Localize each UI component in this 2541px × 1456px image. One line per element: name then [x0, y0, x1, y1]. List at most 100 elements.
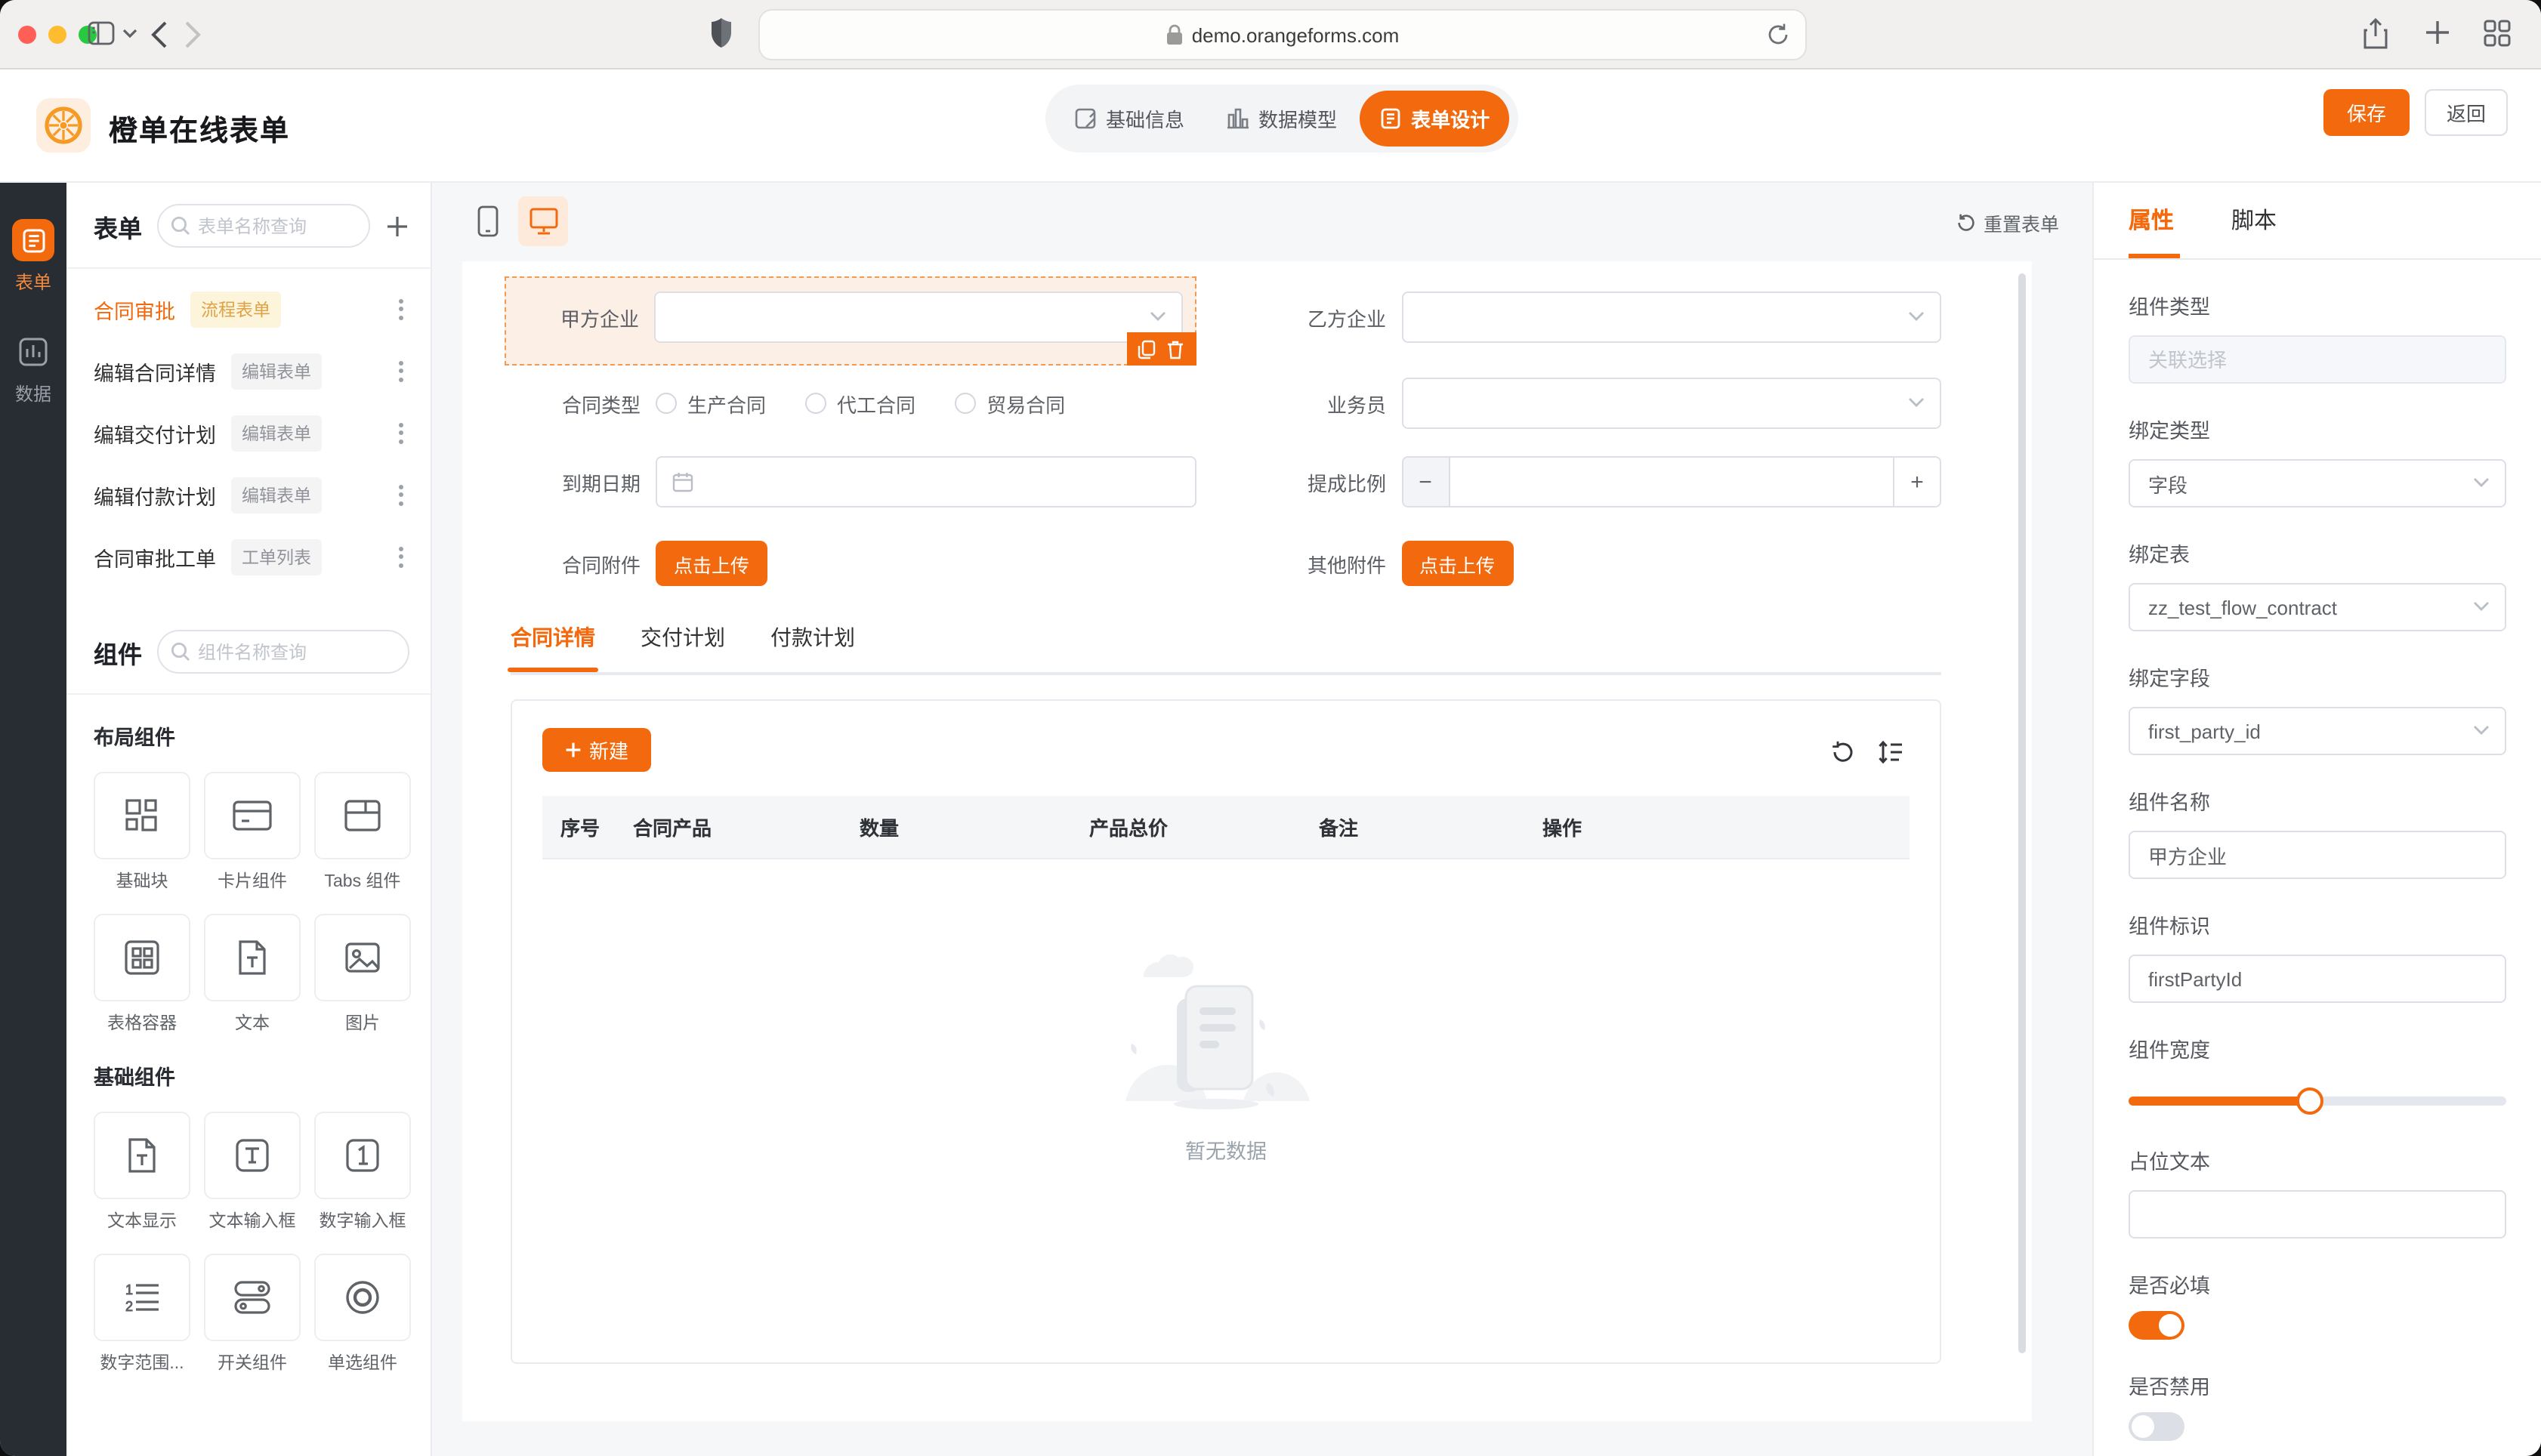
component-width-label: 组件宽度	[2129, 1039, 2210, 1062]
back-button[interactable]: 返回	[2425, 89, 2508, 136]
add-form-button[interactable]	[385, 214, 409, 238]
new-tab-icon[interactable]	[2425, 20, 2450, 45]
text-input-icon	[233, 1136, 272, 1175]
component-tile-text-display[interactable]: 文本显示	[94, 1112, 190, 1232]
form-list-item[interactable]: 编辑交付计划 编辑表单	[66, 402, 431, 464]
first-party-select[interactable]	[654, 292, 1182, 343]
radio-oem-contract[interactable]: 代工合同	[805, 389, 915, 418]
component-tile-radio[interactable]: 单选组件	[314, 1254, 411, 1374]
back-icon[interactable]	[151, 21, 168, 48]
bind-type-label: 绑定类型	[2129, 420, 2210, 443]
component-tile-text-input[interactable]: 文本输入框	[204, 1112, 301, 1232]
reset-form-button[interactable]: 重置表单	[1956, 208, 2059, 237]
component-tile-text[interactable]: 文本	[204, 914, 301, 1035]
selected-component-first-party[interactable]: 甲方企业	[505, 276, 1196, 366]
copy-component-icon[interactable]	[1138, 339, 1156, 359]
component-tile-number-range[interactable]: 12 数字范围...	[94, 1254, 190, 1374]
text-icon	[236, 938, 269, 977]
bind-field-select[interactable]: first_party_id	[2129, 707, 2506, 755]
desktop-preview-button[interactable]	[518, 196, 568, 246]
rail-item-forms[interactable]: 表单	[12, 219, 54, 295]
component-tile-switch[interactable]: 开关组件	[204, 1254, 301, 1374]
chevron-down-icon	[1149, 311, 1166, 322]
column-sort-icon[interactable]	[1878, 740, 1903, 764]
bind-table-select[interactable]: zz_test_flow_contract	[2129, 583, 2506, 631]
component-name-input[interactable]	[2129, 831, 2506, 879]
more-actions-icon[interactable]	[396, 540, 406, 573]
refresh-icon[interactable]	[1831, 740, 1855, 764]
contract-upload-button[interactable]: 点击上传	[656, 541, 767, 586]
tab-data-model[interactable]: 数据模型	[1207, 91, 1357, 147]
other-upload-button[interactable]: 点击上传	[1401, 541, 1513, 586]
url-bar[interactable]: demo.orangeforms.com	[758, 9, 1807, 60]
second-party-select[interactable]	[1401, 292, 1941, 343]
form-search[interactable]	[157, 204, 370, 248]
close-window-button[interactable]	[18, 26, 36, 44]
reload-icon[interactable]	[1768, 23, 1790, 47]
component-width-slider[interactable]	[2129, 1087, 2506, 1115]
contract-type-radio-group: 生产合同 代工合同 贸易合同	[656, 389, 1196, 418]
save-button[interactable]: 保存	[2323, 89, 2410, 136]
more-actions-icon[interactable]	[396, 478, 406, 511]
tab-overview-icon[interactable]	[2484, 20, 2511, 47]
component-tile-image[interactable]: 图片	[314, 914, 411, 1035]
sidebar-chevron-icon[interactable]	[122, 29, 137, 39]
more-actions-icon[interactable]	[396, 292, 406, 325]
chevron-down-icon	[1908, 397, 1925, 408]
tab-contract-detail[interactable]: 合同详情	[508, 622, 598, 672]
required-toggle[interactable]	[2129, 1311, 2184, 1340]
tab-basic-info[interactable]: 基础信息	[1054, 91, 1204, 147]
placeholder-text-input[interactable]	[2129, 1190, 2506, 1239]
component-tile-card[interactable]: 卡片组件	[204, 772, 301, 893]
rail-item-data[interactable]: 数据	[12, 331, 54, 406]
form-list-item[interactable]: 编辑付款计划 编辑表单	[66, 464, 431, 526]
more-actions-icon[interactable]	[396, 416, 406, 449]
form-type-badge: 编辑表单	[231, 477, 322, 513]
decrease-button[interactable]: −	[1403, 458, 1450, 506]
radio-icon	[805, 393, 827, 414]
minimize-window-button[interactable]	[48, 26, 66, 44]
component-key-input[interactable]	[2129, 955, 2506, 1003]
tab-script[interactable]: 脚本	[2231, 204, 2277, 258]
more-actions-icon[interactable]	[396, 354, 406, 387]
form-list-item[interactable]: 合同审批工单 工单列表	[66, 526, 431, 588]
component-search-input[interactable]	[198, 641, 396, 662]
component-tile-table-container[interactable]: 表格容器	[94, 914, 190, 1035]
search-icon	[171, 216, 190, 236]
disabled-toggle[interactable]	[2129, 1412, 2184, 1441]
component-type-label: 组件类型	[2129, 296, 2210, 319]
delete-component-icon[interactable]	[1166, 339, 1184, 359]
tab-properties[interactable]: 属性	[2129, 204, 2181, 258]
forward-icon[interactable]	[184, 21, 201, 48]
form-list-item[interactable]: 编辑合同详情 编辑表单	[66, 340, 431, 402]
form-list-item[interactable]: 合同审批 流程表单	[66, 278, 431, 340]
component-search[interactable]	[157, 630, 409, 674]
increase-button[interactable]: +	[1893, 458, 1940, 506]
mobile-preview-button[interactable]	[462, 196, 512, 246]
slider-handle[interactable]	[2296, 1087, 2323, 1115]
component-tile-tabs[interactable]: Tabs 组件	[314, 772, 411, 893]
new-row-button[interactable]: 新建	[542, 728, 651, 772]
radio-production-contract[interactable]: 生产合同	[656, 389, 766, 418]
col-qty: 数量	[860, 817, 900, 840]
form-canvas-card: 甲方企业 乙方企业 合同类型 生产合同 代工合同 贸易合同 业务员 到期日期 提…	[462, 261, 2032, 1421]
component-tile-number-input[interactable]: 数字输入框	[314, 1112, 411, 1232]
sidebar-toggle-icon[interactable]	[88, 21, 115, 45]
tab-payment-plan[interactable]: 付款计划	[770, 622, 855, 652]
share-icon[interactable]	[2363, 18, 2388, 50]
design-canvas: 重置表单 甲方企业 乙方企业 合同类型 生产合同 代工合同 贸易合同 业务员 到…	[432, 183, 2092, 1456]
form-search-input[interactable]	[198, 215, 357, 236]
col-remark: 备注	[1319, 817, 1359, 840]
bind-type-select[interactable]: 字段	[2129, 459, 2506, 507]
radio-trade-contract[interactable]: 贸易合同	[955, 389, 1065, 418]
canvas-scrollbar[interactable]	[2018, 273, 2026, 1353]
component-tile-basic-block[interactable]: 基础块	[94, 772, 190, 893]
form-type-badge: 流程表单	[190, 291, 281, 327]
tab-form-design[interactable]: 表单设计	[1360, 91, 1510, 147]
privacy-shield-icon[interactable]	[710, 17, 733, 50]
tab-delivery-plan[interactable]: 交付计划	[641, 622, 725, 652]
required-label: 是否必填	[2129, 1275, 2210, 1297]
salesman-select[interactable]	[1401, 378, 1941, 429]
left-rail: 表单 数据	[0, 183, 66, 1456]
due-date-input[interactable]	[656, 456, 1196, 507]
